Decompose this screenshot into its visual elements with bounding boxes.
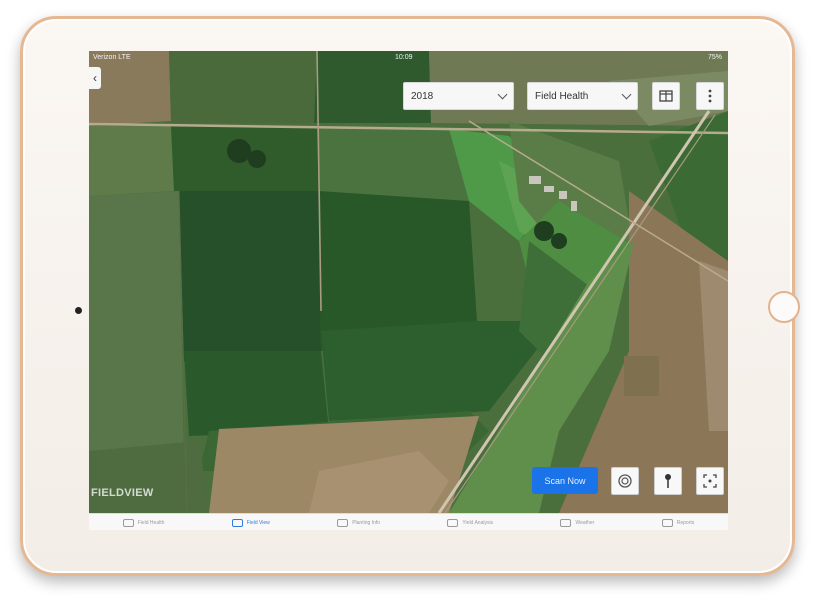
tab-label: Weather (575, 519, 595, 526)
chevron-left-icon: ‹ (93, 71, 97, 85)
status-time: 10:09 (395, 54, 413, 61)
fullscreen-button[interactable] (696, 467, 724, 495)
field-health-icon (122, 518, 134, 527)
tab-label: Yield Analysis (462, 519, 494, 526)
locate-button[interactable] (611, 467, 639, 495)
chevron-down-icon (621, 89, 632, 99)
tab-label: Field Health (137, 519, 165, 526)
fullscreen-icon (703, 474, 717, 488)
split-view-icon (659, 90, 673, 102)
tab-yield-analysis[interactable]: Yield Analysis (447, 518, 494, 527)
ios-status-bar: Verizon LTE 10:09 75% (89, 51, 728, 67)
tab-field-view[interactable]: Field View (231, 518, 270, 527)
device-screen: Verizon LTE 10:09 75% ‹ 2018 Field Healt… (89, 51, 728, 530)
tab-label: Reports (676, 519, 695, 526)
tab-planting-info[interactable]: Planting Info (337, 518, 380, 527)
tab-label: Planting Info (352, 519, 380, 526)
status-battery: 75% (707, 54, 722, 61)
more-options-button[interactable] (696, 82, 724, 110)
scan-now-button[interactable]: Scan Now (532, 467, 598, 494)
home-button[interactable] (768, 291, 800, 323)
fieldview-logo: FIELDVIEW (91, 487, 154, 499)
map-view-icon (231, 518, 243, 527)
vertical-ellipsis-icon (708, 89, 712, 103)
layer-select[interactable]: Field Health (527, 82, 638, 110)
split-view-button[interactable] (652, 82, 680, 110)
reports-icon (661, 518, 673, 527)
back-button[interactable]: ‹ (89, 67, 101, 89)
tab-reports[interactable]: Reports (661, 518, 695, 527)
tab-field-health[interactable]: Field Health (122, 518, 165, 527)
front-camera (75, 307, 82, 314)
map-pin-icon (665, 474, 671, 488)
weather-icon (560, 518, 572, 527)
chevron-down-icon (497, 89, 508, 99)
yield-icon (447, 518, 459, 527)
year-select-value: 2018 (411, 90, 434, 102)
planting-icon (337, 518, 349, 527)
satellite-map[interactable] (89, 51, 728, 513)
tab-label: Field View (246, 519, 270, 526)
layer-select-value: Field Health (535, 90, 589, 102)
year-select[interactable]: 2018 (403, 82, 514, 110)
tab-weather[interactable]: Weather (560, 518, 595, 527)
status-carrier: Verizon LTE (93, 54, 131, 61)
location-target-icon (618, 474, 632, 488)
drop-pin-button[interactable] (654, 467, 682, 495)
bottom-tab-bar: Field Health Field View Planting Info Yi… (89, 513, 728, 530)
